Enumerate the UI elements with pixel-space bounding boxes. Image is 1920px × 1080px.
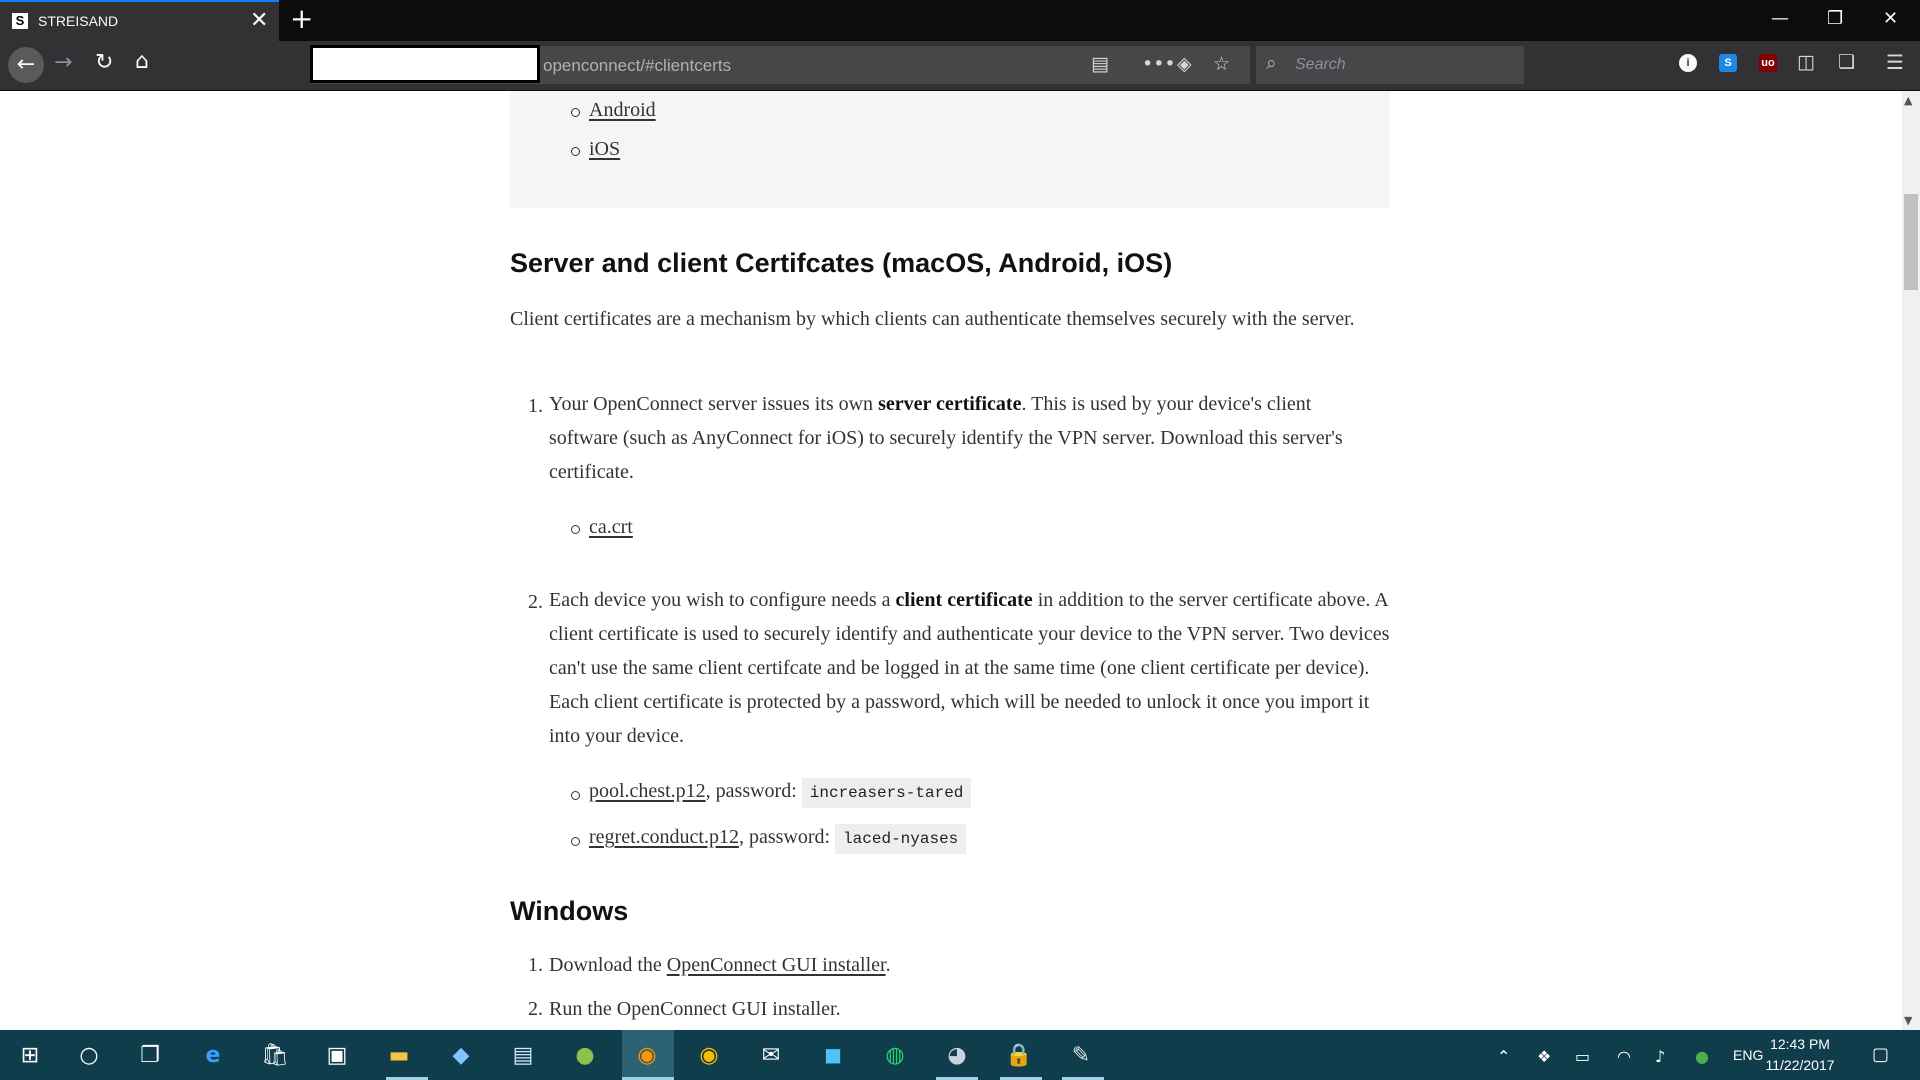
ca-crt-link[interactable]: ca.crt [589, 516, 633, 539]
cert-item: pool.chest.p12, password: increasers-tar… [589, 778, 972, 808]
list-number: 1. [528, 395, 543, 417]
client-certs-heading: Server and client Certifcates (macOS, An… [510, 248, 1173, 278]
cortana-icon[interactable]: ○ [74, 1040, 104, 1070]
steam-icon[interactable]: ◕ [942, 1040, 972, 1070]
openconnect-gui-installer-link[interactable]: OpenConnect GUI installer [667, 954, 886, 976]
search-placeholder[interactable]: Search [1295, 56, 1346, 74]
home-button[interactable]: ⌂ [135, 49, 149, 74]
url-text[interactable]: openconnect/#clientcerts [543, 56, 731, 76]
chrome-icon[interactable]: ◉ [694, 1040, 724, 1070]
list-number: 1. [528, 954, 543, 976]
ios-link[interactable]: iOS [589, 138, 620, 161]
volume-icon[interactable]: ♪ [1655, 1047, 1665, 1066]
android-link[interactable]: Android [589, 99, 656, 122]
cert-password: increasers-tared [801, 778, 972, 808]
globe-app-icon[interactable]: ● [570, 1040, 600, 1070]
list-bullet [571, 525, 580, 534]
system-clock[interactable]: 12:43 PM 11/22/2017 [1755, 1034, 1845, 1076]
windows-step-1: Download the OpenConnect GUI installer. [549, 954, 891, 976]
cert-password: laced-nyases [835, 824, 967, 854]
reload-button[interactable]: ↻ [95, 50, 113, 75]
site-favicon-icon: S [12, 13, 28, 29]
show-hidden-icons-icon[interactable]: ⌃ [1497, 1047, 1510, 1066]
window-close-icon[interactable]: ✕ [1883, 8, 1898, 29]
chat-app-icon[interactable]: ◼ [818, 1040, 848, 1070]
list-bullet [571, 791, 580, 800]
client-cert-term: client certificate [895, 589, 1033, 611]
windows-start-icon[interactable]: ⊞ [15, 1040, 45, 1070]
page-actions-icon[interactable]: ••• [1142, 53, 1176, 75]
action-center-icon[interactable]: ▢ [1872, 1044, 1889, 1065]
cert-file-link[interactable]: regret.conduct.p12 [589, 826, 739, 848]
edge-icon[interactable]: e [198, 1040, 228, 1070]
battery-icon[interactable]: ▭ [1575, 1047, 1590, 1066]
navigation-toolbar: ← → ↻ ⌂ openconnect/#clientcerts ▤ ••• ◈… [0, 41, 1920, 91]
forward-button[interactable]: → [54, 50, 72, 75]
file-explorer-icon[interactable]: ▬ [384, 1040, 414, 1070]
reader-view-icon[interactable]: ▤ [1091, 53, 1109, 75]
client-cert-paragraph: Each device you wish to configure needs … [549, 589, 1390, 747]
scroll-down-icon[interactable]: ▼ [1904, 1014, 1912, 1027]
server-cert-term: server certificate [878, 393, 1022, 415]
new-tab-icon[interactable]: + [290, 2, 313, 35]
wifi-icon[interactable]: ◠ [1617, 1047, 1631, 1066]
s-extension-icon[interactable]: S [1719, 54, 1737, 72]
paint-app-icon[interactable]: ✎ [1066, 1040, 1096, 1070]
dropbox-icon[interactable]: ❖ [1537, 1047, 1551, 1066]
restore-icon[interactable]: ❐ [1827, 8, 1843, 29]
menu-icon[interactable]: ☰ [1886, 50, 1904, 74]
pocket-icon[interactable]: ◈ [1177, 53, 1192, 75]
search-icon: ⌕ [1266, 52, 1277, 74]
cert-file-link[interactable]: pool.chest.p12 [589, 780, 706, 802]
clock-time: 12:43 PM [1770, 1036, 1830, 1052]
scrollbar-thumb[interactable] [1904, 194, 1918, 290]
windows-taskbar: ⊞ ○ ❐ e 🛍 ▣ ▬ ◆ ▤ ● ◉ ◉ ✉ ◼ ◍ ◕ 🔒 ✎ ⌃ ❖ … [0, 1030, 1920, 1080]
client-certs-intro: Client certificates are a mechanism by w… [510, 308, 1355, 330]
whatsapp-icon[interactable]: ◍ [880, 1040, 910, 1070]
kodi-icon[interactable]: ◆ [446, 1040, 476, 1070]
list-number: 2. [528, 591, 543, 613]
windows-heading: Windows [510, 896, 629, 926]
scroll-up-icon[interactable]: ▲ [1904, 94, 1912, 107]
task-view-icon[interactable]: ❐ [135, 1040, 165, 1070]
clock-date: 11/22/2017 [1765, 1057, 1835, 1073]
store-icon[interactable]: 🛍 [260, 1040, 290, 1070]
list-bullet [571, 108, 580, 117]
tab-strip: S STREISAND ✕ + — ❐ ✕ [0, 0, 1920, 41]
tab-title: STREISAND [38, 13, 119, 29]
tab-streisand[interactable]: S STREISAND ✕ [0, 0, 279, 41]
page-viewport: Android iOS Server and client Certifcate… [0, 91, 1902, 1030]
minimize-icon[interactable]: — [1771, 8, 1789, 29]
server-cert-paragraph: Your OpenConnect server issues its own s… [549, 393, 1343, 483]
list-number: 2. [528, 998, 543, 1020]
news-icon[interactable]: ▤ [508, 1040, 538, 1070]
list-bullet [571, 837, 580, 846]
bookmark-star-icon[interactable]: ☆ [1213, 53, 1230, 75]
synced-tabs-icon[interactable]: ❏ [1838, 51, 1855, 73]
back-button[interactable]: ← [8, 47, 44, 83]
vpn-status-icon[interactable]: ● [1695, 1047, 1709, 1066]
firefox-icon[interactable]: ◉ [632, 1040, 662, 1070]
ublock-origin-icon[interactable]: uo [1759, 54, 1777, 72]
info-extension-icon[interactable]: i [1679, 54, 1697, 72]
close-tab-icon[interactable]: ✕ [250, 8, 268, 33]
cert-item: regret.conduct.p12, password: laced-nyas… [589, 824, 967, 854]
sidebar-toggle-icon[interactable]: ◫ [1797, 51, 1815, 73]
app-window-icon[interactable]: ▣ [322, 1040, 352, 1070]
windows-step-2: Run the OpenConnect GUI installer. [549, 998, 841, 1020]
mail-icon[interactable]: ✉ [756, 1040, 786, 1070]
list-bullet [571, 147, 580, 156]
redacted-url-block [310, 45, 540, 83]
vpn-lock-app-icon[interactable]: 🔒 [1004, 1040, 1034, 1070]
